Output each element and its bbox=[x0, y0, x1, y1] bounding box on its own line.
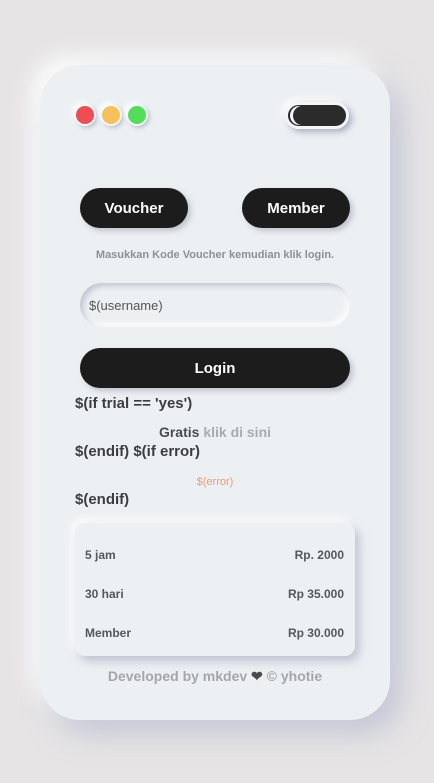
price-row: 5 jam Rp. 2000 bbox=[85, 548, 344, 564]
trial-link[interactable]: klik di sini bbox=[203, 424, 271, 440]
theme-toggle[interactable] bbox=[285, 102, 349, 129]
template-endif: $(endif) bbox=[75, 491, 130, 508]
price-label: 5 jam bbox=[85, 548, 116, 562]
footer-copyright: © yhotie bbox=[266, 668, 323, 684]
red-dot-icon[interactable] bbox=[74, 104, 96, 126]
gratis-label: Gratis bbox=[158, 424, 200, 440]
price-value: Rp. 2000 bbox=[294, 548, 344, 562]
price-list: 5 jam Rp. 2000 30 hari Rp 35.000 Member … bbox=[75, 523, 355, 656]
toggle-knob-icon bbox=[290, 106, 308, 125]
voucher-hint: Masukkan Kode Voucher kemudian klik logi… bbox=[95, 249, 335, 261]
login-card: Voucher Member Masukkan Kode Voucher kem… bbox=[40, 65, 390, 720]
window-controls bbox=[74, 104, 148, 126]
price-value: Rp 30.000 bbox=[287, 626, 344, 640]
price-value: Rp 35.000 bbox=[287, 587, 344, 601]
username-input[interactable] bbox=[80, 283, 350, 327]
price-label: 30 hari bbox=[85, 587, 124, 601]
green-dot-icon[interactable] bbox=[126, 104, 148, 126]
member-tab-button[interactable]: Member bbox=[242, 188, 350, 228]
footer-text: Developed by mkdev bbox=[107, 668, 248, 684]
voucher-tab-button[interactable]: Voucher bbox=[80, 188, 188, 228]
footer-credit: Developed by mkdev ❤ © yhotie bbox=[40, 668, 390, 685]
error-message: $(error) bbox=[196, 476, 234, 488]
price-row: 30 hari Rp 35.000 bbox=[85, 587, 344, 603]
price-label: Member bbox=[85, 626, 132, 640]
template-if-trial: $(if trial == 'yes') bbox=[75, 395, 193, 412]
yellow-dot-icon[interactable] bbox=[100, 104, 122, 126]
login-button[interactable]: Login bbox=[80, 348, 350, 388]
price-row: Member Rp 30.000 bbox=[85, 626, 344, 642]
template-endif-if-error: $(endif) $(if error) bbox=[75, 443, 201, 460]
trial-link-line: Gratis klik di sini bbox=[40, 424, 390, 440]
heart-icon: ❤ bbox=[251, 668, 263, 684]
